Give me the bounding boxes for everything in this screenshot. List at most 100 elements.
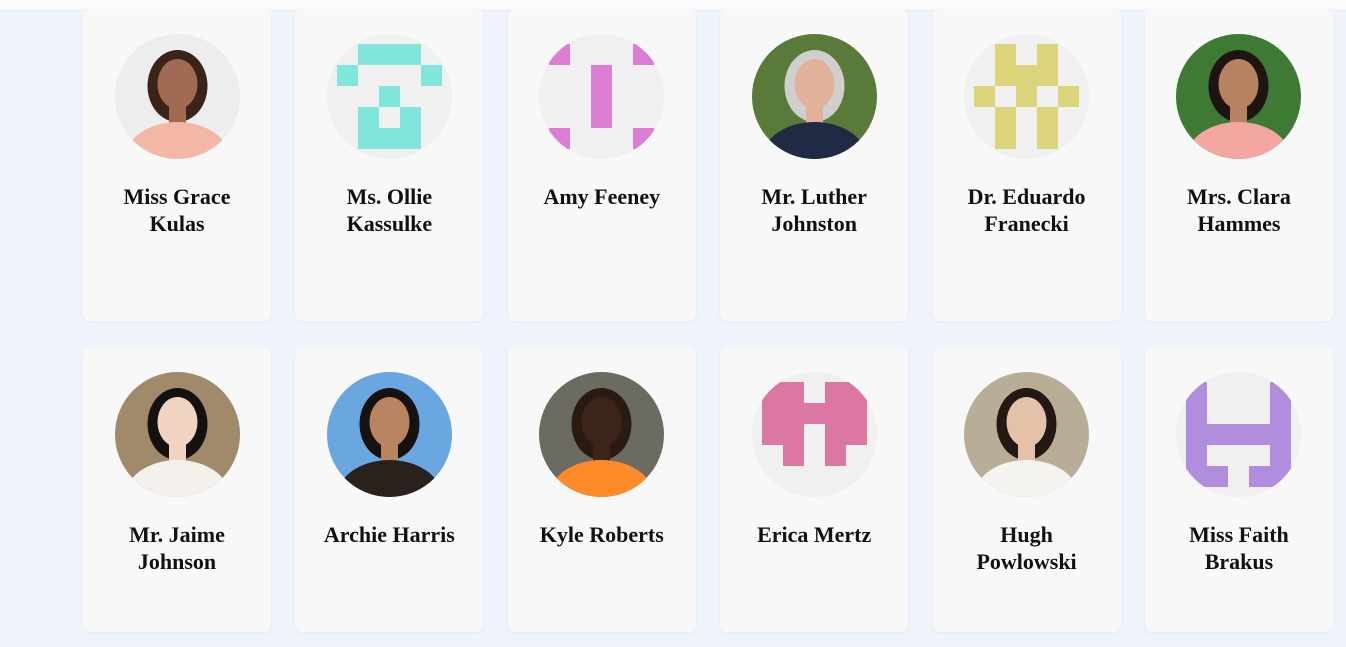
avatar xyxy=(964,34,1090,159)
member-card[interactable]: Ms. Ollie Kassulke xyxy=(295,9,484,321)
identicon-cell xyxy=(1016,65,1038,86)
member-card[interactable]: Archie Harris xyxy=(295,347,484,632)
member-card[interactable]: Mr. Jaime Johnson xyxy=(83,347,271,632)
identicon-cell xyxy=(761,403,783,424)
identicon-cell xyxy=(1270,403,1292,424)
member-card[interactable]: Hugh Powlowski xyxy=(932,347,1121,632)
avatar xyxy=(539,372,665,497)
identicon-cell xyxy=(1186,403,1208,424)
identicon-cell xyxy=(1016,86,1038,107)
woman-photo-icon xyxy=(114,372,240,497)
identicon-cell xyxy=(591,86,613,107)
avatar xyxy=(326,34,452,159)
member-card[interactable]: Kyle Roberts xyxy=(507,347,696,632)
identicon-cell xyxy=(378,86,400,107)
member-card[interactable]: Miss Faith Brakus xyxy=(1144,347,1333,632)
identicon-cell xyxy=(1207,424,1229,445)
member-card[interactable]: Miss Grace Kulas xyxy=(83,9,271,321)
avatar xyxy=(114,34,240,159)
man-photo-icon xyxy=(539,372,665,497)
member-name: Mrs. Clara Hammes xyxy=(1187,184,1291,236)
identicon-cell xyxy=(336,65,358,86)
identicon-cell xyxy=(1037,128,1059,149)
identicon-icon xyxy=(1176,372,1302,497)
identicon-cell xyxy=(761,382,783,403)
member-name: Hugh Powlowski xyxy=(976,522,1077,574)
identicon-cell xyxy=(1207,466,1229,487)
identicon-cell xyxy=(357,128,379,149)
identicon-cell xyxy=(1270,424,1292,445)
member-name: Amy Feeney xyxy=(543,184,661,209)
identicon-cell xyxy=(824,445,846,466)
identicon-cell xyxy=(974,86,996,107)
identicon-cell xyxy=(824,403,846,424)
identicon-cell xyxy=(378,44,400,65)
identicon-cell xyxy=(761,424,783,445)
identicon-cell xyxy=(1228,424,1250,445)
identicon-cell xyxy=(995,128,1017,149)
identicon-cell xyxy=(1249,424,1271,445)
identicon-cell xyxy=(824,382,846,403)
identicon-cell xyxy=(845,403,867,424)
identicon-cell xyxy=(399,128,421,149)
identicon-cell xyxy=(782,424,804,445)
member-name: Erica Mertz xyxy=(757,522,872,547)
identicon-cell xyxy=(1270,382,1292,403)
identicon-cell xyxy=(549,44,571,65)
man-photo-icon xyxy=(751,34,877,159)
top-strip xyxy=(0,0,1346,9)
member-name: Archie Harris xyxy=(323,522,455,547)
identicon-icon xyxy=(751,372,877,497)
avatar xyxy=(326,372,452,497)
identicon-cell xyxy=(378,128,400,149)
identicon-cell xyxy=(1249,466,1271,487)
identicon-cell xyxy=(1186,466,1208,487)
identicon-cell xyxy=(845,382,867,403)
member-card[interactable]: Dr. Eduardo Franecki xyxy=(932,9,1121,321)
identicon-cell xyxy=(995,107,1017,128)
member-name: Ms. Ollie Kassulke xyxy=(346,184,433,236)
member-card[interactable]: Erica Mertz xyxy=(720,347,909,632)
woman-photo-icon xyxy=(326,372,452,497)
member-card[interactable]: Amy Feeney xyxy=(507,9,696,321)
avatar xyxy=(114,372,240,497)
identicon-cell xyxy=(1186,445,1208,466)
avatar xyxy=(539,34,665,159)
identicon-icon xyxy=(326,34,452,159)
identicon-cell xyxy=(1037,107,1059,128)
identicon-cell xyxy=(1270,466,1292,487)
member-card[interactable]: Mr. Luther Johnston xyxy=(720,9,909,321)
team-grid: Miss Grace Kulas Ms. Ollie Kassulke Amy … xyxy=(83,9,1333,632)
identicon-cell xyxy=(1186,382,1208,403)
avatar xyxy=(1176,372,1302,497)
identicon-cell xyxy=(633,128,655,149)
member-name: Dr. Eduardo Franecki xyxy=(967,184,1086,236)
identicon-cell xyxy=(1186,424,1208,445)
identicon-icon xyxy=(539,34,665,159)
woman-photo-icon xyxy=(114,34,240,159)
woman-photo-icon xyxy=(1176,34,1302,159)
identicon-cell xyxy=(803,403,825,424)
identicon-cell xyxy=(782,382,804,403)
identicon-cell xyxy=(782,445,804,466)
woman-photo-icon xyxy=(964,372,1090,497)
identicon-cell xyxy=(399,107,421,128)
identicon-cell xyxy=(549,128,571,149)
identicon-cell xyxy=(1037,65,1059,86)
member-name: Mr. Luther Johnston xyxy=(761,184,867,236)
identicon-cell xyxy=(782,403,804,424)
member-card[interactable]: Mrs. Clara Hammes xyxy=(1144,9,1333,321)
identicon-cell xyxy=(1270,445,1292,466)
member-name: Mr. Jaime Johnson xyxy=(129,522,225,574)
avatar xyxy=(751,34,877,159)
identicon-cell xyxy=(633,44,655,65)
identicon-cell xyxy=(357,44,379,65)
identicon-cell xyxy=(1037,44,1059,65)
identicon-cell xyxy=(845,424,867,445)
identicon-cell xyxy=(995,44,1017,65)
avatar xyxy=(751,372,877,497)
identicon-cell xyxy=(995,65,1017,86)
identicon-icon xyxy=(964,34,1090,159)
identicon-cell xyxy=(1058,86,1080,107)
identicon-cell xyxy=(420,65,442,86)
